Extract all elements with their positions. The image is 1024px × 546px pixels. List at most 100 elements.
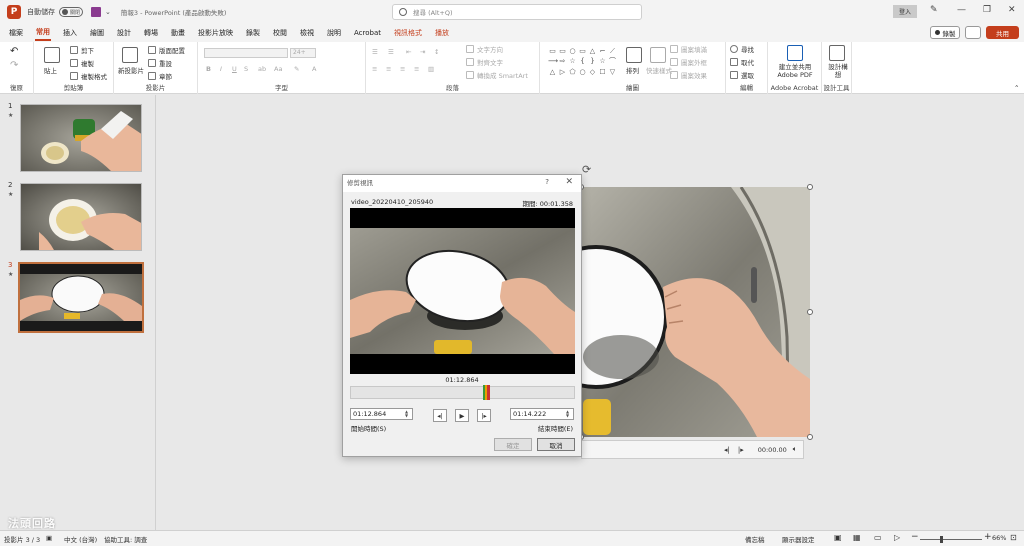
tab-view[interactable]: 檢視 <box>299 26 315 40</box>
minimize-icon[interactable]: — <box>957 5 966 15</box>
tab-record[interactable]: 錄製 <box>245 26 261 40</box>
end-trim-handle[interactable] <box>487 385 490 400</box>
arrange-icon[interactable] <box>626 47 642 63</box>
volume-icon[interactable]: 🔈︎ <box>793 445 797 454</box>
section-button[interactable]: 章節 <box>148 71 172 81</box>
tab-help[interactable]: 說明 <box>326 26 342 40</box>
replace-button[interactable]: 取代 <box>730 57 754 67</box>
resize-handle[interactable] <box>807 309 813 315</box>
resize-handle[interactable] <box>807 434 813 440</box>
design-ideas-button[interactable]: 設計構想 <box>828 63 848 79</box>
save-icon[interactable] <box>91 7 101 17</box>
tab-video-format[interactable]: 視訊格式 <box>393 26 423 40</box>
line-spacing-icon[interactable]: ↕ <box>434 48 439 56</box>
zoom-slider-knob[interactable] <box>940 536 943 543</box>
font-color-icon[interactable]: A <box>312 65 316 73</box>
tab-draw[interactable]: 繪圖 <box>89 26 105 40</box>
pdf-icon[interactable] <box>787 45 803 61</box>
paste-icon[interactable] <box>44 47 60 63</box>
tab-insert[interactable]: 插入 <box>62 26 78 40</box>
tab-acrobat[interactable]: Acrobat <box>353 27 382 39</box>
tab-slideshow[interactable]: 投影片放映 <box>197 26 234 40</box>
spellcheck-icon[interactable]: ▣ <box>46 534 52 542</box>
slide-sorter-icon[interactable]: ▦ <box>853 533 861 542</box>
slideshow-view-icon[interactable]: ▷ <box>894 533 900 542</box>
justify-icon[interactable]: ≡ <box>414 65 419 73</box>
language-indicator[interactable]: 中文 (台灣) <box>64 534 97 544</box>
dialog-close-icon[interactable]: ✕ <box>565 177 573 187</box>
quick-styles-button[interactable]: 快速樣式 <box>646 65 672 75</box>
align-right-icon[interactable]: ≡ <box>400 65 405 73</box>
numbering-icon[interactable]: ☰ <box>388 48 394 56</box>
comment-button[interactable] <box>965 26 981 39</box>
share-button[interactable]: 共用 <box>986 26 1019 39</box>
align-center-icon[interactable]: ≡ <box>386 65 391 73</box>
slide-thumbnail-1[interactable] <box>20 104 142 172</box>
italic-button[interactable]: I <box>220 65 222 73</box>
collapse-ribbon-icon[interactable]: ⌃ <box>1014 84 1019 92</box>
new-slide-icon[interactable] <box>122 47 138 63</box>
bold-button[interactable]: B <box>206 65 211 73</box>
font-size-dropdown[interactable]: 24+ <box>290 48 316 58</box>
forward-icon[interactable]: |▸ <box>738 446 744 454</box>
shape-effects-button[interactable]: 圖案效果 <box>670 70 707 80</box>
char-spacing-icon[interactable]: ab <box>258 65 266 73</box>
reset-button[interactable]: 重設 <box>148 58 172 68</box>
smartart-button[interactable]: 轉換成 SmartArt <box>466 70 528 80</box>
zoom-in-icon[interactable]: + <box>984 532 992 542</box>
redo-icon[interactable]: ↷ <box>10 60 18 71</box>
tab-file[interactable]: 檔案 <box>8 26 24 40</box>
zoom-slider[interactable] <box>920 539 982 540</box>
tab-review[interactable]: 校閱 <box>272 26 288 40</box>
next-frame-button[interactable]: |▸ <box>477 409 491 422</box>
ok-button[interactable]: 確定 <box>494 438 532 451</box>
align-left-icon[interactable]: ≡ <box>372 65 377 73</box>
create-pdf-button[interactable]: 建立並共用 Adobe PDF <box>772 63 818 79</box>
increase-indent-icon[interactable]: ⇥ <box>420 48 425 56</box>
new-slide-button[interactable]: 新投影片 <box>118 65 144 75</box>
search-input[interactable]: 搜尋 (Alt+Q) <box>392 4 642 20</box>
layout-button[interactable]: 版面配置 <box>148 45 185 55</box>
bullets-icon[interactable]: ☰ <box>372 48 378 56</box>
design-ideas-icon[interactable] <box>829 45 845 61</box>
previous-frame-button[interactable]: ◂| <box>433 409 447 422</box>
select-button[interactable]: 選取 <box>730 70 754 80</box>
text-direction-button[interactable]: 文字方向 <box>466 44 503 54</box>
close-window-icon[interactable]: ✕ <box>1008 5 1016 15</box>
zoom-level[interactable]: 66% <box>992 534 1006 542</box>
decrease-indent-icon[interactable]: ⇤ <box>406 48 411 56</box>
tab-transitions[interactable]: 轉場 <box>143 26 159 40</box>
autosave-toggle[interactable]: 關閉 <box>59 7 83 17</box>
trim-timeline[interactable] <box>350 385 575 400</box>
end-time-input[interactable]: 01:14.222 ▲ ▼ <box>510 408 574 420</box>
fit-slide-icon[interactable]: ⊡ <box>1010 533 1017 542</box>
slide-thumbnail-3[interactable] <box>18 262 144 333</box>
tab-playback[interactable]: 播放 <box>434 26 450 40</box>
pen-icon[interactable]: ✎ <box>930 5 938 15</box>
reading-view-icon[interactable]: ▭ <box>874 533 882 542</box>
shape-fill-button[interactable]: 圖案填滿 <box>670 44 707 54</box>
find-button[interactable]: 尋找 <box>730 44 754 54</box>
tab-design[interactable]: 設計 <box>116 26 132 40</box>
shapes-gallery[interactable]: ▭ ▭ ○ ▭ △ ⌐ ⟋ ⟶ ⇨ ☆{} ☆ ⌒ △ ▷ ⬠ ○ ◇ ☐ ▽ <box>548 47 616 77</box>
underline-button[interactable]: U <box>232 65 237 73</box>
undo-icon[interactable]: ↶ <box>10 46 18 57</box>
format-painter-button[interactable]: 複製格式 <box>70 71 107 81</box>
restore-icon[interactable]: ❐ <box>983 5 991 15</box>
play-button[interactable]: ▶ <box>455 409 469 422</box>
cancel-button[interactable]: 取消 <box>537 438 575 451</box>
tab-home[interactable]: 常用 <box>35 25 51 41</box>
columns-icon[interactable]: ▥ <box>428 65 434 73</box>
login-button[interactable]: 登入 <box>893 5 917 18</box>
rotate-handle-icon[interactable]: ⟳ <box>582 163 591 176</box>
zoom-out-icon[interactable]: − <box>911 532 919 542</box>
accessibility-status[interactable]: 協助工具: 調查 <box>104 534 147 544</box>
normal-view-icon[interactable]: ▣ <box>834 533 842 542</box>
shape-outline-button[interactable]: 圖案外框 <box>670 57 707 67</box>
display-settings-button[interactable]: 顯示器設定 <box>782 534 815 544</box>
font-name-dropdown[interactable] <box>204 48 288 58</box>
highlight-icon[interactable]: ✎ <box>294 65 299 73</box>
qat-more-icon[interactable]: ⌄ <box>105 8 111 16</box>
arrange-button[interactable]: 排列 <box>626 65 639 75</box>
quick-styles-icon[interactable] <box>650 47 666 63</box>
